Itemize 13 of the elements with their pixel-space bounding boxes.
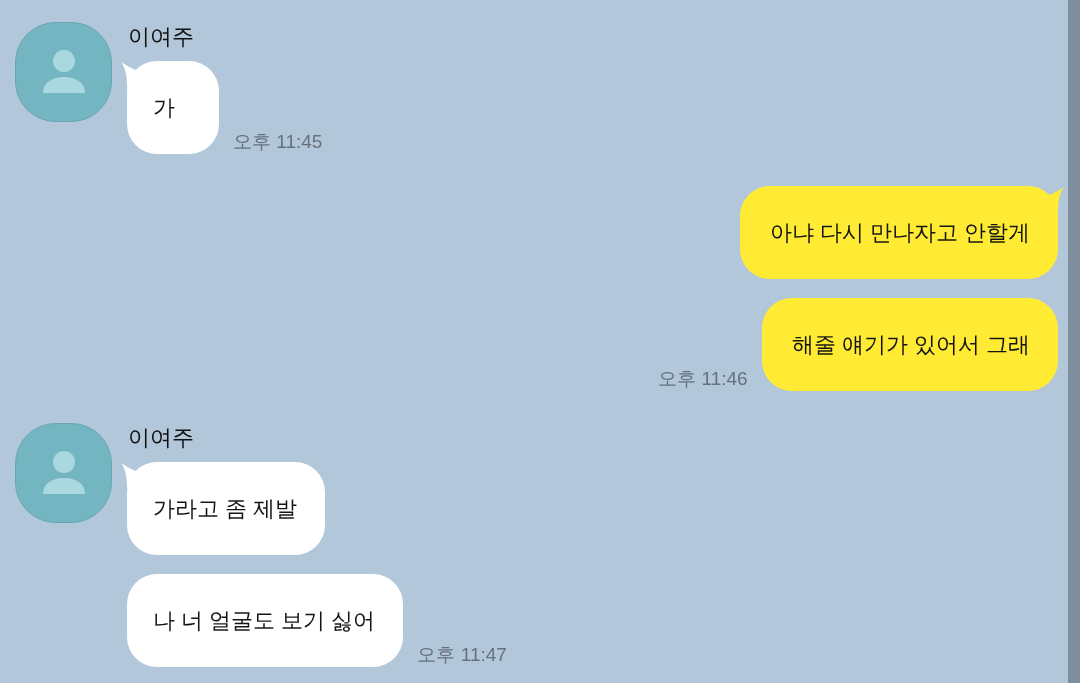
message-bubble: 아냐 다시 만나자고 안할게 (739, 186, 1064, 279)
sender-name: 이여주 (128, 23, 194, 51)
avatar-icon[interactable] (15, 22, 112, 122)
message-time: 오후 11:45 (233, 131, 323, 153)
message-bubble: 가라고 좀 제발 (121, 462, 326, 555)
sender-name: 이여주 (128, 424, 194, 452)
message-bubble: 나 너 얼굴도 보기 싫어 (127, 574, 404, 667)
avatar-icon[interactable] (15, 423, 112, 523)
message-time: 오후 11:47 (417, 644, 507, 666)
message-bubble: 해줄 얘기가 있어서 그래 (761, 298, 1058, 391)
scrollbar[interactable] (1068, 0, 1080, 683)
message-time: 오후 11:46 (658, 368, 748, 390)
message-bubble: 가 (121, 61, 219, 154)
